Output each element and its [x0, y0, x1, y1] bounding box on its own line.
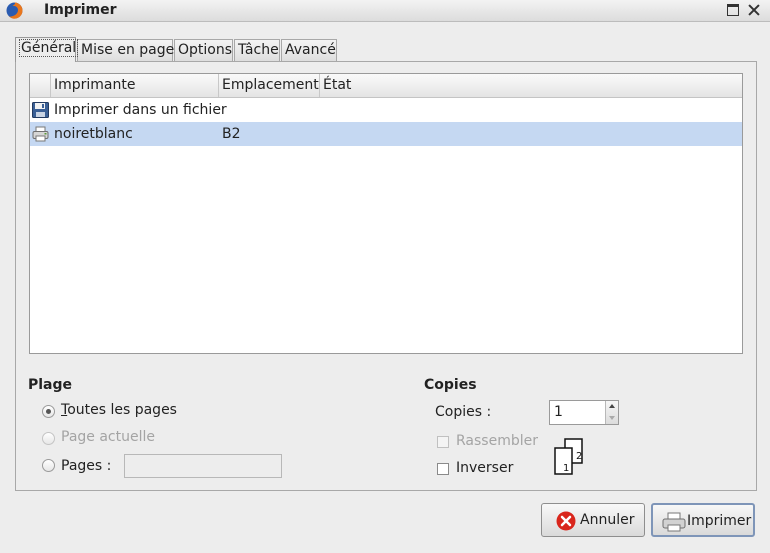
printer-row-noiretblanc[interactable]: noiretblanc B2 [30, 122, 742, 146]
label-pages[interactable]: Pages : [61, 458, 111, 474]
copies-label: Copies : [435, 404, 492, 420]
general-panel: Imprimante Emplacement État Imprimer dan… [15, 61, 757, 491]
printer-icon [662, 512, 686, 532]
reverse-label[interactable]: Inverser [456, 460, 513, 476]
spin-up-icon[interactable] [609, 404, 615, 408]
tab-general-label: Général [19, 39, 79, 57]
tab-options[interactable]: Options [174, 39, 233, 61]
printer-name: Imprimer dans un fichier [54, 102, 227, 118]
cancel-button[interactable]: Annuler [541, 503, 645, 537]
cancel-label-text: Annuler [580, 512, 635, 528]
close-button[interactable] [748, 4, 760, 16]
print-label: Imprimer [687, 513, 752, 529]
collate-page-number: 1 [563, 463, 569, 474]
collate-checkbox [437, 436, 449, 448]
printer-name: noiretblanc [54, 126, 133, 142]
print-button[interactable]: Imprimer [651, 503, 755, 537]
tab-tache[interactable]: Tâche [234, 39, 280, 61]
printer-icon [32, 126, 49, 142]
label-all-pages[interactable]: Toutes les pages [61, 402, 177, 418]
copies-spin-buttons[interactable] [605, 401, 618, 424]
cancel-label: Annuler [580, 512, 634, 528]
printer-location: B2 [222, 126, 241, 142]
column-header-printer[interactable]: Imprimante [50, 74, 218, 97]
tab-avance[interactable]: Avancé [281, 39, 337, 61]
spin-down-icon[interactable] [609, 416, 615, 420]
list-header: Imprimante Emplacement État [30, 74, 742, 98]
collate-pages-icon: 2 1 [554, 438, 583, 475]
tab-general[interactable]: Général [15, 37, 79, 62]
copies-spinbox[interactable]: 1 [549, 400, 619, 425]
maximize-button[interactable] [727, 4, 739, 16]
column-header-location[interactable]: Emplacement [218, 74, 319, 97]
pages-field[interactable] [124, 454, 282, 478]
radio-all-pages[interactable] [42, 405, 55, 418]
copies-value[interactable]: 1 [554, 404, 563, 420]
collate-page-number: 2 [576, 451, 582, 462]
radio-pages[interactable] [42, 459, 55, 472]
copies-section-title: Copies [424, 377, 477, 393]
floppy-disk-icon [32, 102, 49, 118]
printer-list[interactable]: Imprimante Emplacement État Imprimer dan… [29, 73, 743, 354]
collate-label: Rassembler [456, 433, 538, 449]
range-section-title: Plage [28, 377, 73, 393]
cancel-icon [556, 511, 576, 531]
label-current-page: Page actuelle [61, 429, 155, 445]
label-all-pages-rest: outes les pages [67, 402, 177, 418]
reverse-checkbox[interactable] [437, 463, 449, 475]
radio-current-page [42, 432, 55, 445]
column-header-state[interactable]: État [319, 74, 742, 97]
firefox-icon [6, 2, 23, 19]
title-bar: Imprimer [0, 0, 770, 22]
window-title: Imprimer [44, 2, 117, 18]
printer-row-file[interactable]: Imprimer dans un fichier [30, 98, 742, 122]
tab-mise-en-page[interactable]: Mise en page [77, 39, 174, 61]
